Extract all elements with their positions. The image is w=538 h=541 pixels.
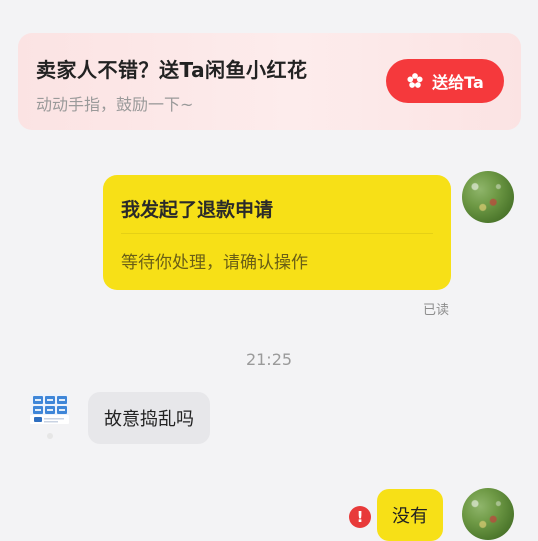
promo-card: 卖家人不错？送Ta闲鱼小红花 动动手指，鼓励一下~ 送给Ta [18,33,521,130]
my-avatar[interactable] [462,488,514,540]
seller-avatar[interactable] [26,390,74,442]
promo-title: 卖家人不错？送Ta闲鱼小红花 [36,58,308,82]
outgoing-message[interactable]: 没有 [377,489,443,541]
flower-icon [406,72,424,90]
send-flower-label: 送给Ta [432,73,484,92]
refund-request-subtitle: 等待你处理，请确认操作 [121,253,308,273]
incoming-message[interactable]: 故意捣乱吗 [88,392,210,444]
promo-subtitle: 动动手指，鼓励一下~ [36,95,194,114]
send-flower-button[interactable]: 送给Ta [386,59,504,103]
my-avatar[interactable] [462,171,514,223]
read-status: 已读 [423,303,450,318]
refund-request-title: 我发起了退款申请 [121,199,274,221]
card-divider [121,233,433,234]
chat-timestamp: 21:25 [245,350,293,369]
refund-request-card[interactable]: 我发起了退款申请 等待你处理，请确认操作 [103,175,451,290]
send-failed-icon[interactable]: ! [349,506,371,528]
